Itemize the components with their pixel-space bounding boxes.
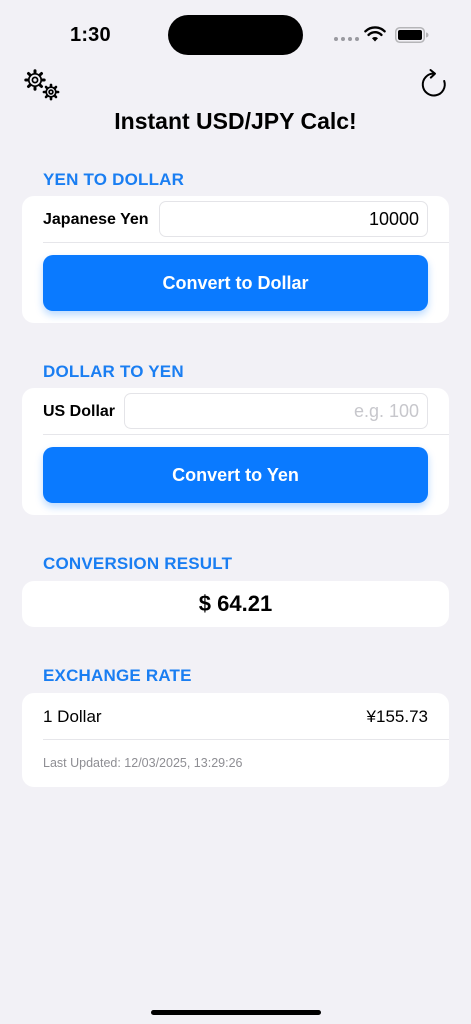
divider bbox=[43, 434, 449, 435]
page-title: Instant USD/JPY Calc! bbox=[114, 108, 357, 134]
conversion-result-value: $ 64.21 bbox=[198, 591, 273, 616]
dollar-to-yen-card: US Dollar Convert to Yen bbox=[22, 388, 449, 515]
cellular-signal-icon bbox=[334, 37, 359, 41]
section-header-dollar-to-yen: DOLLAR TO YEN bbox=[43, 362, 184, 381]
japanese-yen-label: Japanese Yen bbox=[43, 211, 149, 228]
battery-icon bbox=[395, 27, 429, 43]
section-header-yen-to-dollar: YEN TO DOLLAR bbox=[43, 170, 185, 189]
home-indicator[interactable] bbox=[151, 1010, 321, 1015]
refresh-icon[interactable] bbox=[418, 68, 450, 102]
section-header-exchange-rate: EXCHANGE RATE bbox=[43, 666, 192, 685]
exchange-rate-label: 1 Dollar bbox=[43, 707, 102, 726]
exchange-rate-card: 1 Dollar ¥155.73 Last Updated: 12/03/202… bbox=[22, 693, 449, 787]
japanese-yen-input[interactable] bbox=[159, 201, 428, 237]
last-updated-text: Last Updated: 12/03/2025, 13:29:26 bbox=[43, 756, 243, 770]
yen-to-dollar-card: Japanese Yen Convert to Dollar bbox=[22, 196, 449, 323]
divider bbox=[43, 242, 449, 243]
status-time: 1:30 bbox=[70, 24, 111, 46]
us-dollar-input[interactable] bbox=[124, 393, 428, 429]
wifi-icon bbox=[364, 26, 386, 42]
convert-to-yen-button[interactable]: Convert to Yen bbox=[43, 447, 428, 503]
dynamic-island bbox=[168, 15, 303, 55]
section-header-conversion-result: CONVERSION RESULT bbox=[43, 554, 233, 573]
convert-to-dollar-button[interactable]: Convert to Dollar bbox=[43, 255, 428, 311]
us-dollar-label: US Dollar bbox=[43, 403, 116, 420]
status-bar: 1:30 bbox=[0, 0, 471, 70]
exchange-rate-value: ¥155.73 bbox=[366, 707, 428, 726]
divider bbox=[43, 739, 449, 740]
settings-gears-icon[interactable] bbox=[23, 68, 63, 102]
conversion-result-card: $ 64.21 bbox=[22, 581, 449, 627]
